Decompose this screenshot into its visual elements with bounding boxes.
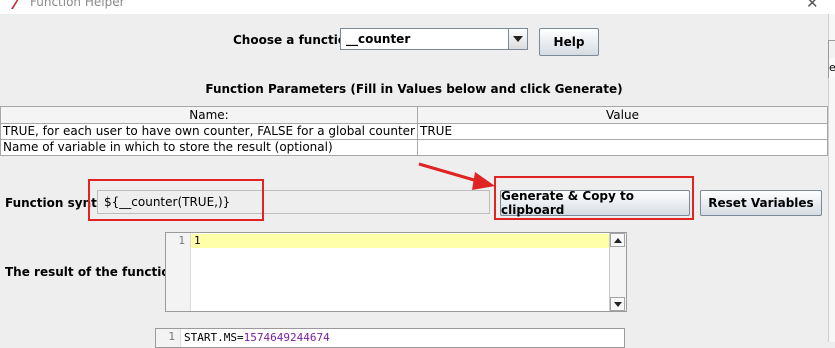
reset-variables-button[interactable]: Reset Variables [700,190,822,216]
annotation-box-syntax [88,179,264,221]
background-button [828,40,835,60]
scroll-down-icon[interactable] [610,297,625,311]
parameters-table: Name: Value TRUE, for each user to have … [0,106,828,156]
result-text-area[interactable]: 1 1 [165,232,627,312]
table-row[interactable]: Name of variable in which to store the r… [0,139,828,156]
variable-line: START.MS=1574649244674 [184,331,330,344]
choose-function-label: Choose a function [233,33,355,47]
variable-value: 1574649244674 [243,331,330,344]
line-number: 1 [168,330,175,343]
close-icon[interactable]: ✕ [806,0,819,12]
chevron-down-icon[interactable] [508,29,527,49]
window-title: Function Helper [30,0,125,9]
param-name-cell: TRUE, for each user to have own counter,… [0,123,418,140]
jmeter-feather-icon [11,0,19,9]
column-header-name: Name: [0,106,418,124]
table-header-row: Name: Value [0,106,828,124]
line-number: 1 [178,234,185,247]
vertical-scrollbar[interactable] [609,233,626,311]
scroll-up-icon[interactable] [610,233,625,247]
annotation-box-generate [494,176,694,220]
line-number-gutter: 1 [166,233,191,311]
help-button[interactable]: Help [539,28,599,56]
background-field: e [828,58,835,78]
current-line-highlight [191,234,609,248]
column-header-value: Value [417,106,828,124]
function-select-value: __counter [346,32,411,46]
result-value: 1 [194,234,201,247]
function-select[interactable]: __counter [340,28,528,50]
table-row[interactable]: TRUE, for each user to have own counter,… [0,123,828,140]
line-number-gutter: 1 [156,329,181,347]
variables-text-area[interactable]: 1 START.MS=1574649244674 [155,328,625,348]
param-name-cell: Name of variable in which to store the r… [0,139,418,156]
parameters-title: Function Parameters (Fill in Values belo… [205,82,623,96]
background-field-text: e [829,61,835,74]
param-value-cell[interactable] [417,139,828,156]
title-bar: Function Helper ✕ [0,0,835,14]
param-value-cell[interactable]: TRUE [417,123,828,140]
annotation-arrow-icon [418,162,495,190]
variable-key: START.MS= [184,331,244,344]
